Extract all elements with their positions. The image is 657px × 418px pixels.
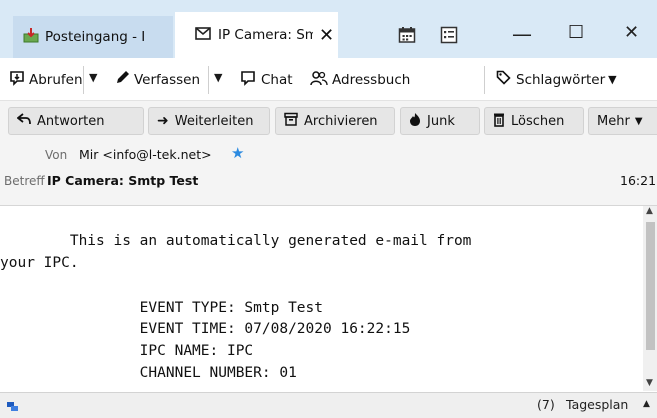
- arrow-right-icon: ➜: [157, 113, 169, 129]
- body-line: EVENT TYPE: Smtp Test: [0, 300, 324, 316]
- junk-label: Junk: [427, 113, 455, 129]
- compose-button[interactable]: Verfassen: [115, 70, 200, 89]
- get-messages-label: Abrufen: [29, 72, 83, 88]
- chevron-down-icon: ▼: [608, 73, 617, 86]
- archive-icon: [284, 112, 298, 130]
- toolbar-divider: [208, 66, 209, 94]
- maximize-button[interactable]: ☐: [568, 22, 584, 43]
- inbox-icon: [23, 27, 39, 47]
- agenda-badge: (7): [537, 397, 555, 412]
- reply-label: Antworten: [37, 113, 105, 129]
- message-time: 16:21: [620, 173, 657, 188]
- tags-label: Schlagwörter: [516, 71, 606, 88]
- forward-label: Weiterleiten: [174, 113, 254, 129]
- contacts-icon: [310, 70, 328, 90]
- chevron-up-icon[interactable]: ▲: [643, 399, 650, 409]
- tab-inbox[interactable]: Posteingang - I: [13, 16, 173, 58]
- more-label: Mehr: [597, 113, 630, 129]
- scrollbar-thumb[interactable]: [646, 222, 655, 350]
- address-book-button[interactable]: Adressbuch: [310, 70, 410, 90]
- status-bar: [0, 392, 657, 418]
- tags-button[interactable]: Schlagwörter ▼: [496, 70, 617, 89]
- subject-label: Betreff: [4, 174, 45, 188]
- tasks-icon[interactable]: [440, 26, 458, 49]
- calendar-icon[interactable]: [398, 26, 416, 49]
- from-value[interactable]: Mir <info@l-tek.net>: [79, 147, 212, 162]
- compose-label: Verfassen: [134, 71, 200, 88]
- star-icon[interactable]: ★: [231, 144, 244, 162]
- close-window-button[interactable]: ✕: [624, 22, 639, 43]
- body-line: your IPC.: [0, 255, 79, 271]
- body-line: This is an automatically generated e-mai…: [0, 233, 472, 249]
- tab-label: IP Camera: Smtp Test: [218, 27, 313, 43]
- tab-message[interactable]: IP Camera: Smtp Test ✕: [175, 12, 338, 58]
- tag-icon: [496, 70, 511, 89]
- address-book-label: Adressbuch: [332, 72, 411, 88]
- chevron-down-icon: ▼: [634, 115, 643, 127]
- scroll-down-icon[interactable]: ▼: [646, 378, 653, 388]
- tab-label: Posteingang - I: [45, 29, 146, 45]
- reply-icon: [16, 113, 31, 129]
- from-label: Von: [45, 148, 68, 162]
- pencil-icon: [115, 70, 130, 89]
- delete-button[interactable]: Löschen: [484, 107, 584, 135]
- fire-icon: [409, 112, 421, 131]
- junk-button[interactable]: Junk: [400, 107, 480, 135]
- chat-button[interactable]: Chat: [240, 70, 293, 90]
- toolbar-divider: [484, 66, 485, 94]
- get-messages-button[interactable]: Abrufen: [9, 70, 83, 90]
- delete-label: Löschen: [511, 113, 565, 129]
- body-line: EVENT TIME: 07/08/2020 16:22:15: [0, 321, 411, 337]
- archive-label: Archivieren: [304, 113, 378, 129]
- forward-button[interactable]: ➜ Weiterleiten: [148, 107, 270, 135]
- message-body[interactable]: This is an automatically generated e-mai…: [0, 206, 643, 391]
- trash-icon: [493, 112, 505, 131]
- agenda-toggle[interactable]: Tagesplan: [566, 397, 628, 412]
- minimize-button[interactable]: —: [512, 22, 532, 46]
- reply-button[interactable]: Antworten: [8, 107, 144, 135]
- toolbar-divider: [83, 66, 84, 94]
- close-tab-icon[interactable]: ✕: [319, 25, 334, 46]
- online-status-icon[interactable]: [6, 398, 20, 417]
- chat-label: Chat: [261, 72, 293, 88]
- body-line: CHANNEL NUMBER: 01: [0, 365, 297, 381]
- chevron-down-icon[interactable]: ▼: [214, 71, 222, 84]
- scroll-up-icon[interactable]: ▲: [646, 206, 653, 216]
- download-icon: [9, 70, 25, 90]
- subject-value: IP Camera: Smtp Test: [47, 173, 199, 188]
- chat-icon: [240, 70, 256, 90]
- more-button[interactable]: Mehr ▼: [588, 107, 657, 135]
- chevron-down-icon[interactable]: ▼: [89, 71, 97, 84]
- body-line: IPC NAME: IPC: [0, 343, 254, 359]
- envelope-icon: [195, 26, 211, 44]
- archive-button[interactable]: Archivieren: [275, 107, 395, 135]
